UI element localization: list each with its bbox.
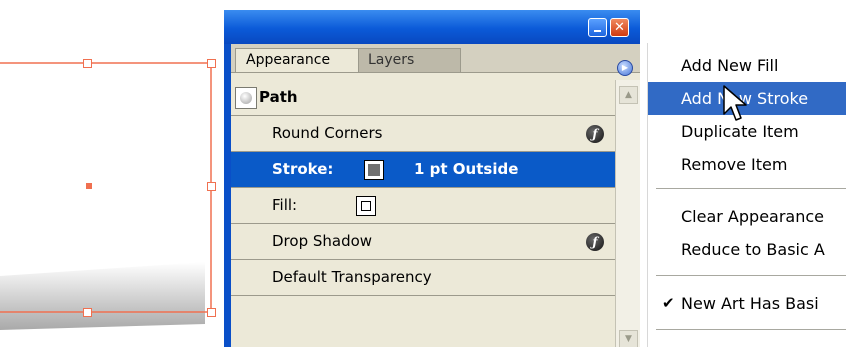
selection-handle[interactable]: [207, 182, 216, 191]
close-icon: ✕: [614, 20, 625, 35]
center-point: [86, 183, 92, 189]
menu-item-reduce-to-basic[interactable]: Reduce to Basic A: [648, 233, 846, 266]
selection-handle[interactable]: [83, 308, 92, 317]
chevron-down-icon: ▼: [625, 334, 632, 344]
menu-separator: [656, 275, 846, 276]
menu-item-label: New Art Has Basi: [681, 294, 819, 313]
tab-appearance[interactable]: Appearance: [235, 48, 359, 72]
menu-item-label: Remove Item: [681, 155, 788, 174]
minimize-button[interactable]: [588, 18, 607, 37]
menu-item-label: Reduce to Basic A: [681, 240, 825, 259]
menu-separator: [656, 329, 846, 330]
chevron-up-icon: ▲: [625, 90, 632, 100]
checkmark-icon: ✔: [662, 294, 675, 312]
palette-menu-button[interactable]: ▶: [617, 60, 633, 76]
menu-separator: [656, 188, 846, 189]
arrow-cursor-icon: [723, 85, 747, 121]
selection-handle[interactable]: [207, 308, 216, 317]
vertical-scrollbar[interactable]: ▲ ▼: [615, 80, 640, 347]
row-label: Round Corners: [272, 124, 383, 142]
tab-layers[interactable]: Layers: [357, 48, 461, 72]
path-thumbnail-icon: [235, 87, 257, 109]
appearance-row-fill[interactable]: Fill:: [231, 188, 615, 224]
appearance-row-transparency[interactable]: Default Transparency: [231, 260, 615, 296]
appearance-palette-window: ✕ Appearance Layers ▶ Path Round Corners: [224, 10, 640, 347]
scroll-down-button[interactable]: ▼: [619, 330, 638, 347]
menu-item-label: Clear Appearance: [681, 207, 824, 226]
appearance-row-stroke[interactable]: Stroke: 1 pt Outside: [231, 152, 615, 188]
tab-label: Appearance: [246, 52, 331, 68]
row-label: Stroke:: [272, 160, 334, 178]
minimize-icon: [594, 30, 601, 32]
scroll-up-button[interactable]: ▲: [619, 86, 638, 104]
selection-handle[interactable]: [207, 59, 216, 68]
fx-icon[interactable]: ƒ: [586, 233, 604, 251]
row-label: Path: [259, 88, 298, 106]
stroke-swatch[interactable]: [364, 160, 384, 180]
appearance-panel: Appearance Layers ▶ Path Round Corners ƒ…: [231, 44, 640, 347]
menu-item-clear-appearance[interactable]: Clear Appearance: [648, 200, 846, 233]
fill-swatch[interactable]: [356, 196, 376, 216]
row-label: Fill:: [272, 196, 298, 214]
fx-icon[interactable]: ƒ: [586, 125, 604, 143]
menu-item-new-art-has-basic[interactable]: ✔ New Art Has Basi: [648, 287, 846, 320]
appearance-row-path[interactable]: Path: [231, 80, 615, 116]
tab-strip: Appearance Layers: [231, 44, 640, 73]
tab-label: Layers: [368, 52, 415, 68]
stroke-value: 1 pt Outside: [414, 160, 519, 178]
flyout-arrow-icon: ▶: [621, 63, 629, 72]
menu-item-add-new-fill[interactable]: Add New Fill: [648, 49, 846, 82]
close-button[interactable]: ✕: [610, 18, 629, 37]
palette-titlebar[interactable]: ✕: [224, 10, 640, 44]
menu-item-remove-item[interactable]: Remove Item: [648, 148, 846, 181]
appearance-row-round-corners[interactable]: Round Corners ƒ: [231, 116, 615, 152]
menu-item-label: Add New Fill: [681, 56, 779, 75]
appearance-row-drop-shadow[interactable]: Drop Shadow ƒ: [231, 224, 615, 260]
row-label: Drop Shadow: [272, 232, 373, 250]
row-label: Default Transparency: [272, 268, 432, 286]
selection-handle[interactable]: [83, 59, 92, 68]
